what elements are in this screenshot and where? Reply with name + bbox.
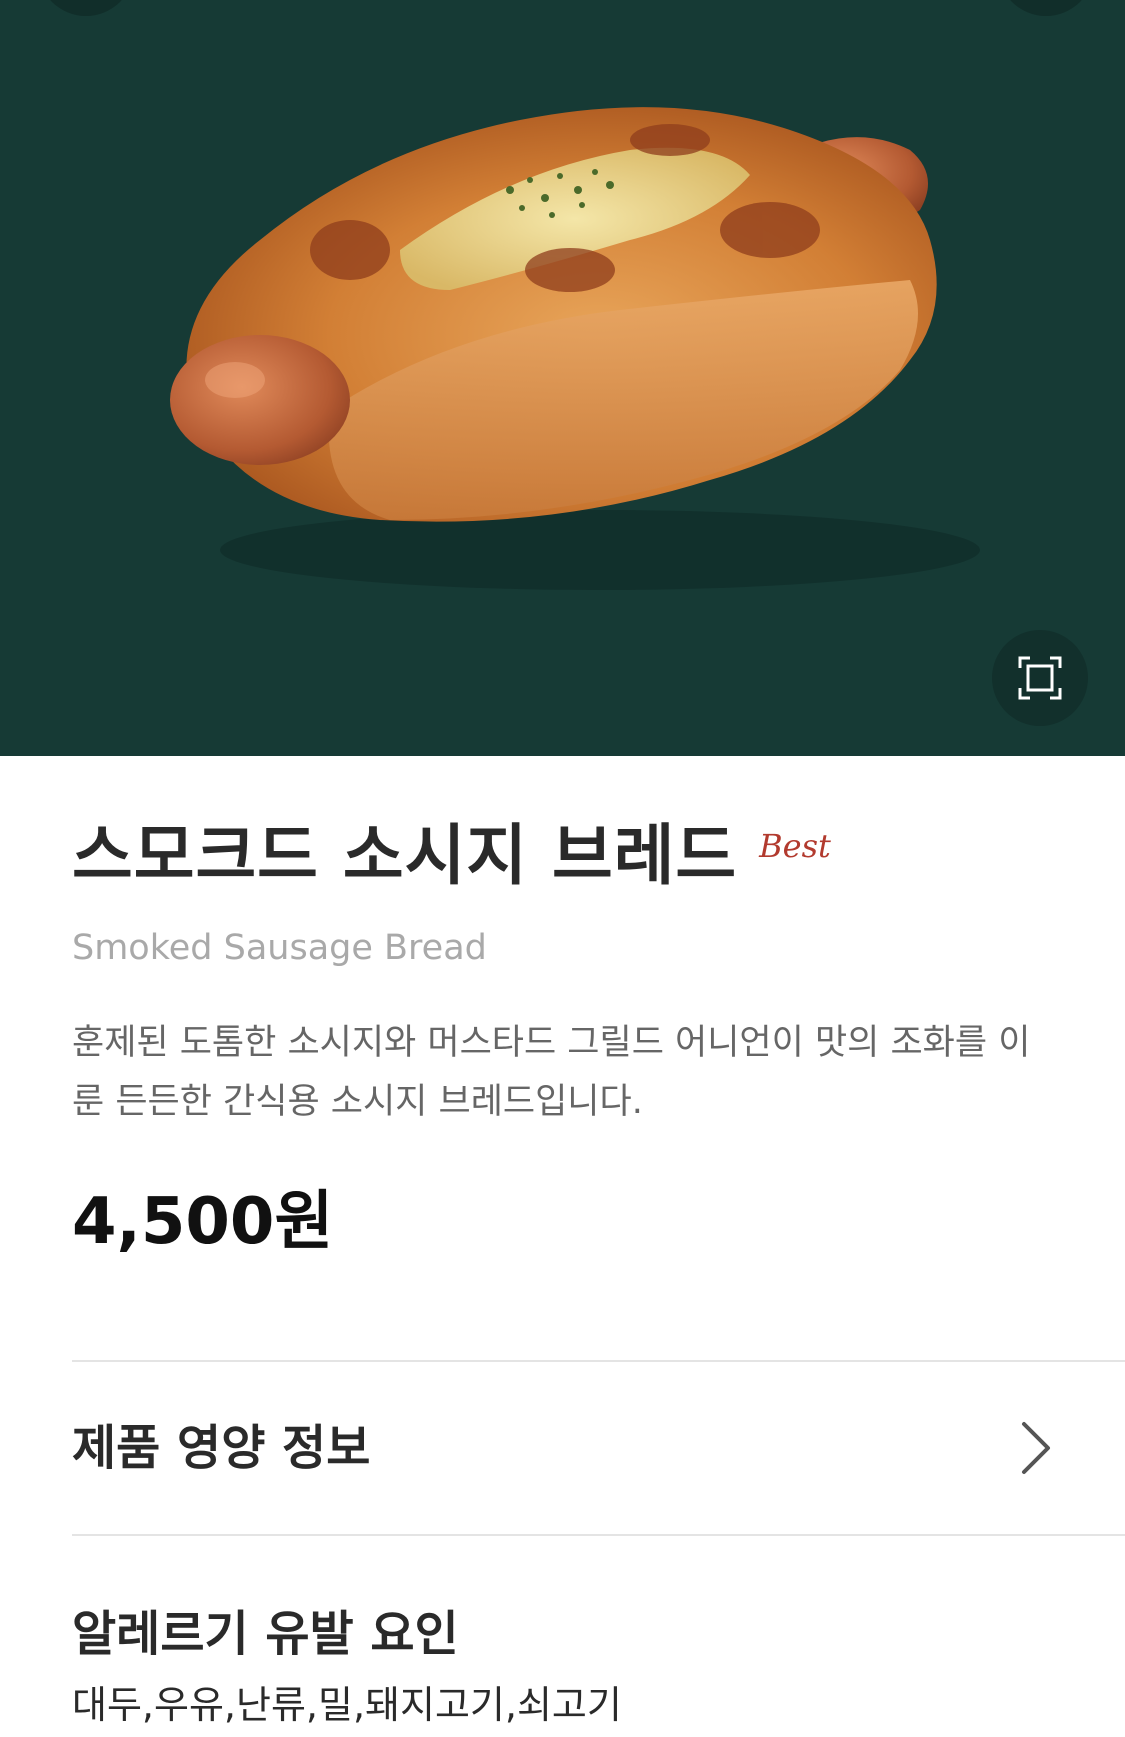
- product-photo: [170, 107, 980, 590]
- allergy-title: 알레르기 유발 요인: [72, 1606, 459, 1662]
- title-row: 스모크드 소시지 브레드 Best: [72, 816, 831, 896]
- product-name: 스모크드 소시지 브레드: [72, 817, 738, 894]
- product-description: 훈제된 도톰한 소시지와 머스타드 그릴드 어니언이 맛의 조화를 이룬 든든한…: [72, 1023, 1031, 1122]
- nutrition-info-label: 제품 영양 정보: [72, 1420, 371, 1476]
- share-button[interactable]: [998, 0, 1094, 16]
- nutrition-info-row[interactable]: 제품 영양 정보: [72, 1362, 1125, 1534]
- expand-image-button[interactable]: [992, 630, 1088, 726]
- back-button[interactable]: [38, 0, 134, 16]
- expand-icon: [1018, 656, 1062, 700]
- product-price: 4,500원: [72, 1185, 334, 1259]
- product-image-area: [0, 0, 1125, 756]
- product-name-english: Smoked Sausage Bread: [72, 928, 487, 968]
- divider: [72, 1534, 1125, 1536]
- best-badge: Best: [759, 827, 831, 865]
- chevron-right-icon: [1022, 1422, 1050, 1474]
- allergy-list: 대두,우유,난류,밀,돼지고기,쇠고기: [72, 1683, 622, 1727]
